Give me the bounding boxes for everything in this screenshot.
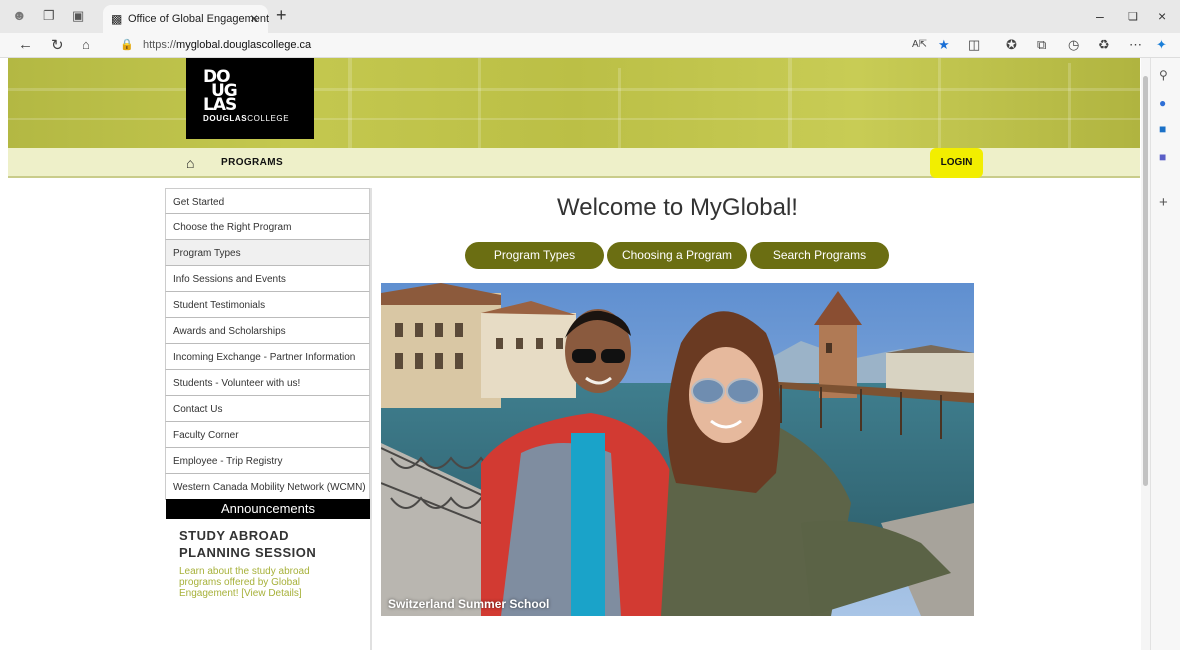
menu-item-choose-program[interactable]: Choose the Right Program — [165, 214, 370, 240]
teams-icon[interactable]: ■ — [1159, 150, 1166, 164]
tab-title: Office of Global Engagement — [128, 13, 270, 25]
nav-programs-link[interactable]: PROGRAMS — [221, 157, 283, 168]
home-browser-icon[interactable]: ⌂ — [82, 37, 90, 52]
outlook-icon[interactable]: ■ — [1159, 122, 1166, 136]
split-screen-icon[interactable]: ◫ — [968, 37, 980, 53]
minimize-icon[interactable]: – — [1096, 8, 1104, 24]
hero-photo: Switzerland Summer School — [381, 283, 974, 616]
close-window-icon[interactable]: × — [1158, 8, 1166, 24]
page-title: Welcome to MyGlobal! — [557, 194, 798, 221]
address-toolbar: ← ↻ ⌂ 🔒 https://myglobal.douglascollege.… — [0, 33, 1180, 58]
url-text[interactable]: https://myglobal.douglascollege.ca — [143, 39, 311, 51]
menu-item-awards[interactable]: Awards and Scholarships — [165, 318, 370, 344]
browser-tab-bar: ☻ ❐ ▣ ▩ Office of Global Engagement × + … — [0, 0, 1180, 33]
browser-sidebar: ⚲ ● ■ ■ + — [1150, 58, 1180, 650]
menu-item-testimonials[interactable]: Student Testimonials — [165, 292, 370, 318]
program-types-button[interactable]: Program Types — [465, 242, 604, 269]
url-bar[interactable]: 🔒 https://myglobal.douglascollege.ca — [110, 35, 955, 56]
lock-icon[interactable]: 🔒 — [120, 38, 134, 51]
workspaces-icon[interactable]: ❐ — [43, 8, 59, 24]
photo-caption: Switzerland Summer School — [388, 597, 550, 611]
back-icon[interactable]: ← — [18, 36, 33, 53]
logo-wordmark: DOUGLASCOLLEGE — [203, 114, 290, 123]
menu-item-get-started[interactable]: Get Started — [165, 188, 370, 214]
douglas-college-logo[interactable]: DO UG LAS DOUGLASCOLLEGE — [186, 58, 314, 139]
announcement-body-link[interactable]: Learn about the study abroad programs of… — [179, 566, 339, 599]
read-aloud-icon[interactable]: A⇱ — [912, 39, 927, 50]
shopping-icon[interactable]: ● — [1159, 96, 1166, 110]
menu-item-faculty-corner[interactable]: Faculty Corner — [165, 422, 370, 448]
site-favicon-icon: ▩ — [111, 12, 123, 26]
refresh-icon[interactable]: ↻ — [51, 36, 64, 54]
header-banner — [8, 58, 1140, 148]
choosing-program-button[interactable]: Choosing a Program — [607, 242, 747, 269]
login-button[interactable]: LOGIN — [930, 148, 983, 178]
profile-icon[interactable]: ☻ — [12, 7, 28, 23]
main-nav: ⌂ PROGRAMS LOGIN — [8, 148, 1140, 178]
close-tab-icon[interactable]: × — [250, 10, 258, 26]
new-tab-icon[interactable]: + — [276, 5, 287, 26]
menu-item-trip-registry[interactable]: Employee - Trip Registry — [165, 448, 370, 474]
logo-mark: DO UG LAS — [203, 67, 238, 115]
page-scrollbar[interactable] — [1141, 58, 1150, 650]
restore-icon[interactable]: ❏ — [1128, 10, 1138, 23]
search-programs-button[interactable]: Search Programs — [750, 242, 889, 269]
announcements-heading: Announcements — [166, 499, 370, 519]
tab-actions-icon[interactable]: ▣ — [72, 8, 88, 24]
favorites-icon[interactable]: ✪ — [1006, 37, 1017, 53]
sidebar-divider — [370, 188, 372, 650]
side-menu: Get Started Choose the Right Program Pro… — [165, 188, 370, 500]
menu-item-volunteer[interactable]: Students - Volunteer with us! — [165, 370, 370, 396]
more-options-icon[interactable]: ⋯ — [1129, 37, 1142, 53]
home-icon[interactable]: ⌂ — [186, 155, 194, 171]
menu-item-info-sessions[interactable]: Info Sessions and Events — [165, 266, 370, 292]
copilot-icon[interactable]: ✦ — [1156, 37, 1167, 53]
scrollbar-thumb[interactable] — [1143, 76, 1148, 486]
menu-item-contact[interactable]: Contact Us — [165, 396, 370, 422]
browser-tab[interactable]: ▩ Office of Global Engagement × — [103, 5, 270, 33]
add-sidebar-app-icon[interactable]: + — [1159, 194, 1168, 211]
history-icon[interactable]: ◷ — [1068, 37, 1079, 53]
favorite-star-icon[interactable]: ★ — [938, 37, 950, 53]
menu-item-incoming-exchange[interactable]: Incoming Exchange - Partner Information — [165, 344, 370, 370]
menu-item-program-types[interactable]: Program Types — [165, 240, 370, 266]
menu-item-wcmn[interactable]: Western Canada Mobility Network (WCMN) — [165, 474, 370, 500]
announcement-title[interactable]: STUDY ABROAD PLANNING SESSION — [179, 527, 364, 561]
collections-icon[interactable]: ⧉ — [1037, 37, 1046, 53]
extensions-icon[interactable]: ♻ — [1098, 37, 1110, 53]
search-icon[interactable]: ⚲ — [1159, 68, 1168, 82]
